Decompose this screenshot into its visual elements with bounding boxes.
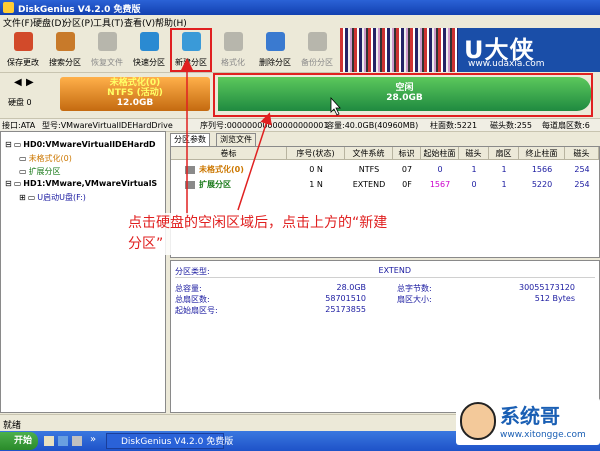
instruction-annotation: 点击硬盘的空闲区域后，点击上方的“新建分区” — [128, 213, 398, 255]
watermark-title: 系统哥 — [500, 404, 560, 428]
watermark-url: www.xitongge.com — [500, 430, 586, 440]
mouse-cursor-icon — [330, 96, 341, 116]
quicklaunch-icon[interactable] — [44, 436, 54, 446]
arrow-to-free-space-icon — [237, 112, 272, 211]
start-label: 开始 — [14, 436, 33, 446]
status-text: 就绪 — [3, 421, 22, 431]
start-button[interactable]: 开始 — [0, 432, 38, 450]
watermark-logo: 系统哥 www.xitongge.com — [456, 398, 600, 445]
quicklaunch-icon[interactable] — [58, 436, 68, 446]
taskbar-diskgenius[interactable]: DiskGenius V4.2.0 免费版 — [106, 433, 233, 449]
chevron-right-icon[interactable]: » — [90, 434, 96, 445]
quicklaunch-icon[interactable] — [72, 436, 82, 446]
task-label: DiskGenius V4.2.0 免费版 — [121, 437, 234, 447]
mascot-icon — [460, 402, 496, 440]
